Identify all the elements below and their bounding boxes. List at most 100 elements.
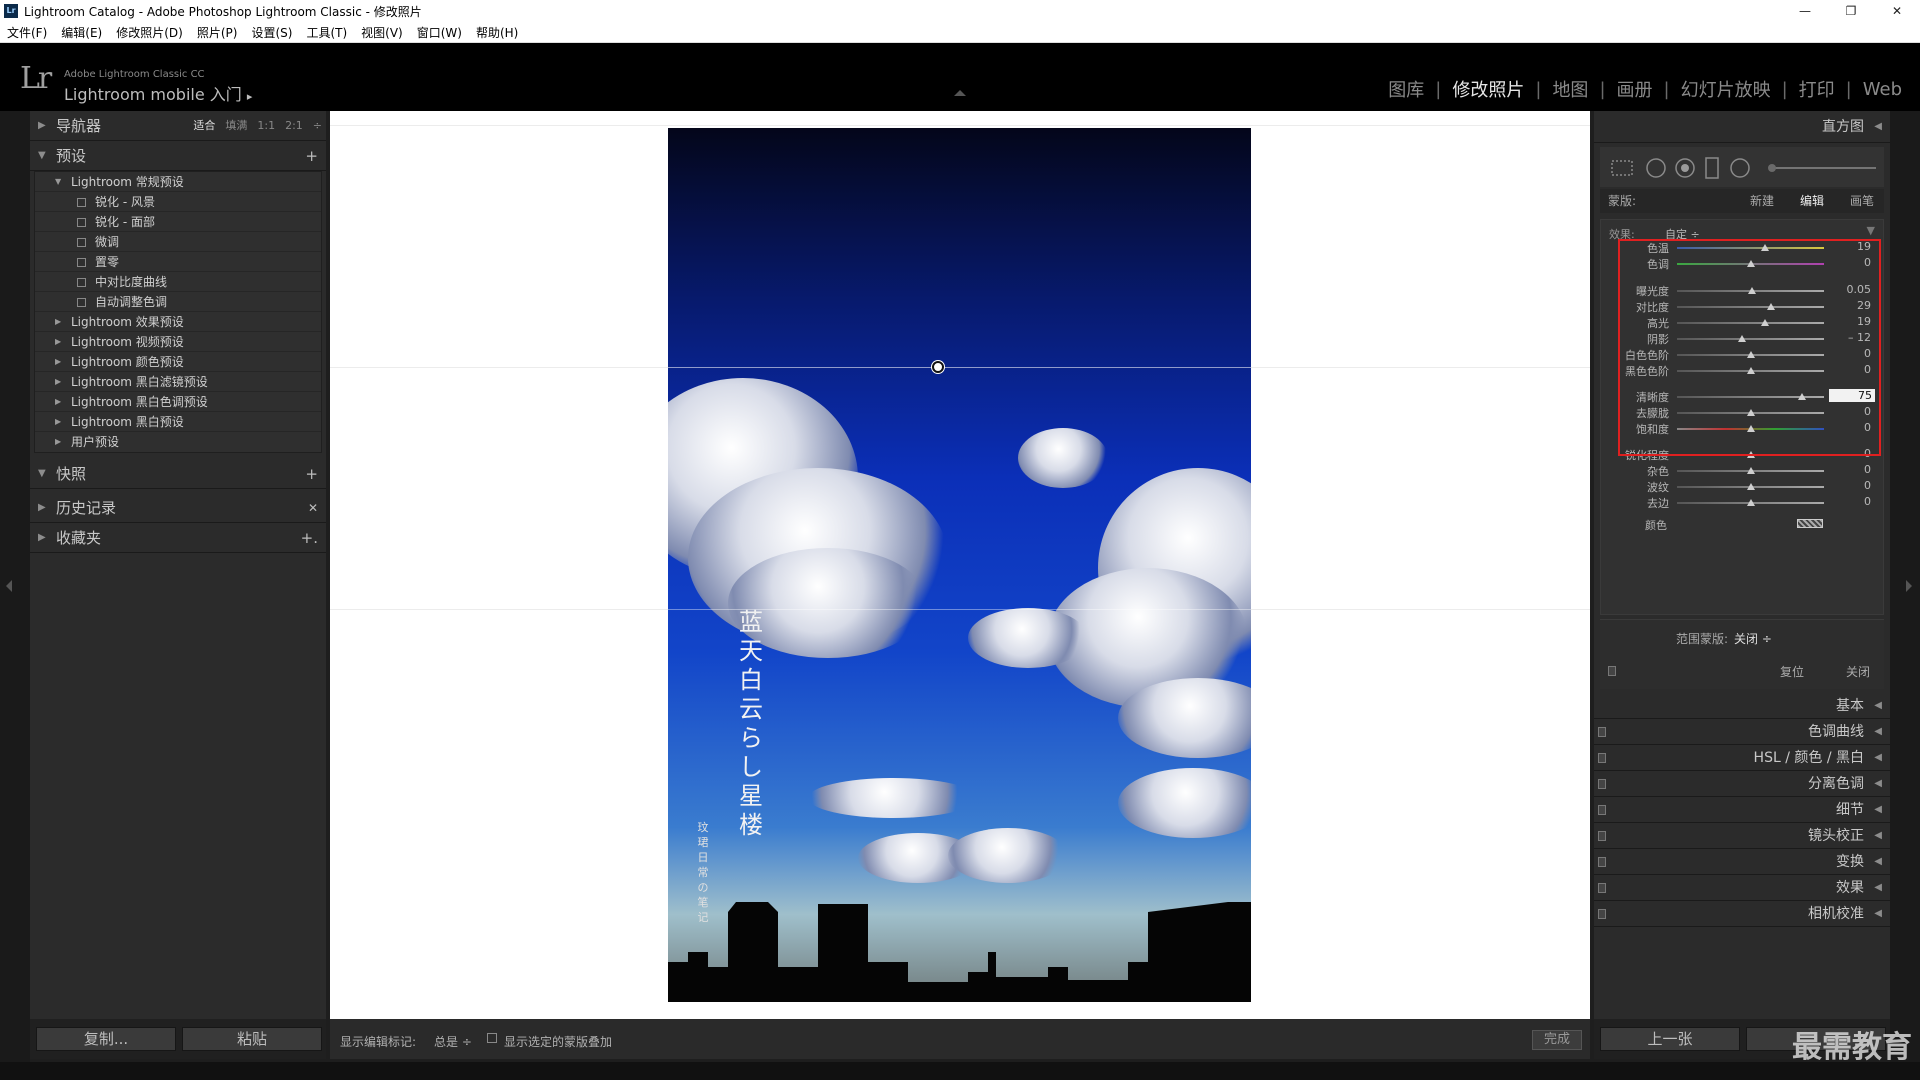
panel-header[interactable]: HSL / 颜色 / 黑白 ◀ — [1594, 745, 1890, 771]
preset-group[interactable]: ▶ Lightroom 颜色预设 — [35, 352, 321, 372]
panel-header[interactable]: 色调曲线 ◀ — [1594, 719, 1890, 745]
preset-group[interactable]: ▶ Lightroom 黑白色调预设 — [35, 392, 321, 412]
menu-develop[interactable]: 修改照片(D) — [116, 24, 183, 41]
preset-item[interactable]: 中对比度曲线 — [35, 272, 321, 292]
panel-switch-icon[interactable] — [1598, 883, 1606, 893]
collections-header[interactable]: ▶ 收藏夹 +. — [30, 523, 326, 553]
snapshots-header[interactable]: ▼ 快照 + — [30, 459, 326, 489]
filter-pin-icon[interactable] — [932, 361, 944, 373]
module-print[interactable]: 打印 — [1799, 76, 1835, 102]
preset-item[interactable]: 自动调整色调 — [35, 292, 321, 312]
menu-tools[interactable]: 工具(T) — [306, 24, 347, 41]
preset-group[interactable]: ▼ Lightroom 常规预设 — [35, 172, 321, 192]
preset-group[interactable]: ▶ Lightroom 黑白滤镜预设 — [35, 372, 321, 392]
previous-button[interactable]: 上一张 — [1600, 1027, 1740, 1051]
module-slideshow[interactable]: 幻灯片放映 — [1681, 76, 1771, 102]
panel-switch-icon[interactable] — [1598, 727, 1606, 737]
panel-switch-icon[interactable] — [1598, 857, 1606, 867]
presets-header[interactable]: ▼ 预设 + — [30, 141, 326, 171]
close-mask-button[interactable]: 关闭 — [1846, 663, 1870, 680]
slider-thumb-icon[interactable] — [1746, 483, 1755, 490]
paste-settings-button[interactable]: 粘贴 — [182, 1027, 322, 1051]
preset-item[interactable]: 微调 — [35, 232, 321, 252]
add-snapshot-icon[interactable]: + — [305, 459, 318, 489]
add-collection-icon[interactable]: +. — [301, 523, 318, 553]
copy-settings-button[interactable]: 复制... — [36, 1027, 176, 1051]
color-swatch-icon[interactable] — [1797, 519, 1823, 528]
close-window-button[interactable]: ✕ — [1874, 0, 1920, 22]
panel-switch-icon[interactable] — [1598, 831, 1606, 841]
menu-window[interactable]: 窗口(W) — [417, 24, 462, 41]
expand-triangle-icon: ◀ — [1874, 856, 1882, 867]
collapse-effect-icon[interactable]: ▼ — [1867, 224, 1875, 237]
slider-value[interactable]: 0 — [1831, 463, 1871, 476]
panel-header[interactable]: 镜头校正 ◀ — [1594, 823, 1890, 849]
done-button[interactable]: 完成 — [1532, 1030, 1582, 1050]
slider-value[interactable]: 0 — [1831, 479, 1871, 492]
panel-header[interactable]: 分离色调 ◀ — [1594, 771, 1890, 797]
menu-photo[interactable]: 照片(P) — [197, 24, 238, 41]
panel-header[interactable]: 变换 ◀ — [1594, 849, 1890, 875]
module-library[interactable]: 图库 — [1388, 76, 1424, 102]
panel-switch-icon[interactable] — [1598, 909, 1606, 919]
navigator-header[interactable]: ▶ 导航器 适合 填满 1:1 2:1 ÷ — [30, 111, 326, 141]
menu-edit[interactable]: 编辑(E) — [61, 24, 102, 41]
preset-group[interactable]: ▶ 用户预设 — [35, 432, 321, 452]
module-book[interactable]: 画册 — [1617, 76, 1653, 102]
preset-item[interactable]: 锐化 - 风景 — [35, 192, 321, 212]
menu-help[interactable]: 帮助(H) — [476, 24, 518, 41]
panel-header[interactable]: 效果 ◀ — [1594, 875, 1890, 901]
slider-row[interactable]: 去边 0 — [1601, 495, 1885, 511]
add-preset-icon[interactable]: + — [305, 141, 318, 171]
zoom-2-1[interactable]: 2:1 — [285, 111, 303, 141]
slider-row[interactable]: 波纹 0 — [1601, 479, 1885, 495]
collapse-top-panel-icon[interactable] — [954, 90, 966, 96]
collapse-left-panel-icon[interactable] — [6, 580, 12, 592]
reset-button[interactable]: 复位 — [1780, 663, 1804, 680]
zoom-stepper-icon[interactable]: ÷ — [313, 111, 322, 141]
show-markers-select[interactable]: 总是 ÷ — [434, 1033, 472, 1050]
overlay-checkbox[interactable] — [487, 1033, 497, 1043]
menu-file[interactable]: 文件(F) — [7, 24, 47, 41]
slider-row[interactable]: 杂色 0 — [1601, 463, 1885, 479]
slider-value[interactable]: 0 — [1831, 495, 1871, 508]
zoom-fit[interactable]: 适合 — [193, 111, 215, 141]
slider-thumb-icon[interactable] — [1746, 499, 1755, 506]
preset-group[interactable]: ▶ Lightroom 效果预设 — [35, 312, 321, 332]
panel-switch-icon[interactable] — [1598, 753, 1606, 763]
preset-group[interactable]: ▶ Lightroom 视频预设 — [35, 332, 321, 352]
preset-group[interactable]: ▶ Lightroom 黑白预设 — [35, 412, 321, 432]
edited-photo[interactable]: 蓝天白云らし星楼 玟珺日常の笔记 — [668, 128, 1251, 1002]
lr-logo: Lr — [20, 61, 52, 96]
mask-edit-button[interactable]: 编辑 — [1800, 189, 1824, 213]
collapse-right-panel-icon[interactable] — [1906, 580, 1912, 592]
mobile-getting-started-link[interactable]: Lightroom mobile 入门 ▸ — [64, 81, 252, 105]
module-map[interactable]: 地图 — [1552, 76, 1588, 102]
zoom-fill[interactable]: 填满 — [225, 111, 247, 141]
preset-item[interactable]: 锐化 - 面部 — [35, 212, 321, 232]
panel-switch-icon[interactable] — [1608, 666, 1616, 676]
menu-view[interactable]: 视图(V) — [361, 24, 403, 41]
graduated-filter-center-line[interactable] — [668, 367, 1251, 368]
module-web[interactable]: Web — [1863, 79, 1902, 100]
clear-history-icon[interactable]: ✕ — [308, 493, 318, 523]
histogram-header[interactable]: 直方图 ◀ — [1594, 111, 1890, 143]
preset-item[interactable]: 置零 — [35, 252, 321, 272]
menu-settings[interactable]: 设置(S) — [251, 24, 292, 41]
panel-header[interactable]: 细节 ◀ — [1594, 797, 1890, 823]
photo-canvas[interactable]: 蓝天白云らし星楼 玟珺日常の笔记 — [330, 111, 1590, 1019]
mask-brush-button[interactable]: 画笔 — [1850, 189, 1874, 213]
mask-new-button[interactable]: 新建 — [1750, 189, 1774, 213]
module-develop[interactable]: 修改照片 — [1452, 76, 1524, 102]
minimize-button[interactable]: — — [1782, 0, 1828, 22]
maximize-button[interactable]: ❐ — [1828, 0, 1874, 22]
range-mask-select[interactable]: 关闭 ÷ — [1734, 630, 1772, 647]
panel-switch-icon[interactable] — [1598, 805, 1606, 815]
panel-switch-icon[interactable] — [1598, 779, 1606, 789]
history-header[interactable]: ▶ 历史记录 ✕ — [30, 493, 326, 523]
panel-header[interactable]: 基本 ◀ — [1594, 693, 1890, 719]
panel-header[interactable]: 相机校准 ◀ — [1594, 901, 1890, 927]
zoom-1-1[interactable]: 1:1 — [257, 111, 275, 141]
slider-thumb-icon[interactable] — [1746, 467, 1755, 474]
preset-group-label: 用户预设 — [71, 435, 120, 449]
